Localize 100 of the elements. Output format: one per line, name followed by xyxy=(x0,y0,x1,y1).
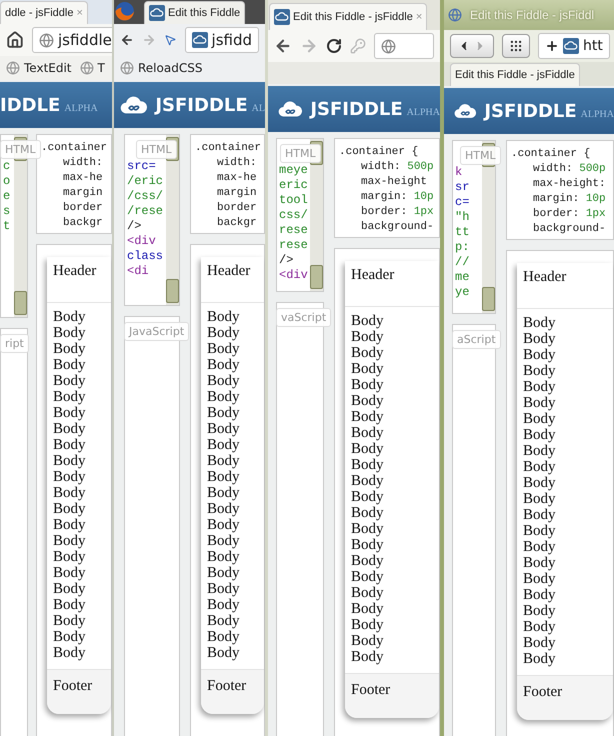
browser-tab[interactable]: ddle - jsFiddle × xyxy=(0,1,88,24)
code-line: backgr xyxy=(62,216,104,231)
logo-alpha-label: ALPHA xyxy=(580,108,614,120)
code-line: border xyxy=(216,201,258,216)
body-text: Body xyxy=(53,469,87,485)
body-text: Body xyxy=(523,363,557,379)
css-editor[interactable]: .container width: max-he margin border backgr xyxy=(36,134,112,234)
body-text: Body xyxy=(351,505,385,521)
panel-label: HTML xyxy=(0,140,41,159)
code-line: border xyxy=(62,201,104,216)
body-text: Body xyxy=(207,645,241,661)
body-text: Body xyxy=(207,629,241,645)
body-text: Body xyxy=(207,485,241,501)
body-text: Body xyxy=(53,373,87,389)
body-text: Body xyxy=(351,585,385,601)
code-line: rese xyxy=(279,238,309,253)
code-line: backgr xyxy=(216,216,258,231)
body-text: Body xyxy=(53,309,87,325)
browser-tab[interactable]: Edit this Fiddle - jsFiddle xyxy=(450,63,580,86)
body-text: Body xyxy=(207,501,241,517)
browser-tab[interactable]: Edit this Fiddle xyxy=(144,1,246,24)
code-line: margin: 10p xyxy=(360,190,435,205)
body-text: Body xyxy=(523,555,557,571)
body-text: Body xyxy=(53,501,87,517)
code-line: max-he xyxy=(216,171,258,186)
body-text: Body xyxy=(523,443,557,459)
body-text: Body xyxy=(351,489,385,505)
body-text: Body xyxy=(53,645,87,661)
body-text: Body xyxy=(523,459,557,475)
body-text: Body xyxy=(351,313,385,329)
body-text: Body xyxy=(523,331,557,347)
code-line: o xyxy=(3,174,12,189)
body-text: Body xyxy=(207,389,241,405)
code-line: border: 1px xyxy=(360,205,435,220)
code-line: t xyxy=(3,219,12,234)
body-text: Body xyxy=(351,537,385,553)
body-text: Body xyxy=(351,409,385,425)
card-footer-text: Footer xyxy=(351,682,390,698)
body-text: Body xyxy=(53,549,87,565)
body-text: Body xyxy=(207,309,241,325)
body-text: Body xyxy=(207,341,241,357)
code-line: p: xyxy=(455,240,470,255)
css-editor[interactable]: .container { width: 500p max-height: margin: 10p border: 1px background- xyxy=(506,140,614,240)
logo-alpha-label: ALPHA xyxy=(64,102,98,114)
tab-title: ddle - jsFiddle xyxy=(5,7,74,19)
body-text: Body xyxy=(523,587,557,603)
css-editor[interactable]: .container { width: 500p max-height margin: 10p border: 1px background- xyxy=(334,138,440,238)
body-text: Body xyxy=(523,315,557,331)
code-line: width: 500p xyxy=(360,160,435,175)
code-line: css/ xyxy=(279,208,309,223)
body-text: Body xyxy=(53,357,87,373)
body-text: Body xyxy=(523,475,557,491)
bookmark[interactable]: TextEdit xyxy=(6,61,72,75)
code-line: .container { xyxy=(511,147,592,162)
address-bar[interactable]: jsfiddle. xyxy=(32,27,112,53)
body-text: Body xyxy=(523,651,557,667)
body-text: Body xyxy=(351,393,385,409)
code-line: <div xyxy=(279,268,309,283)
code-line: /> xyxy=(279,253,294,268)
body-text: Body xyxy=(53,341,87,357)
panel-label: JavaScript xyxy=(124,322,190,341)
code-line: .container xyxy=(195,141,262,156)
body-text: Body xyxy=(351,425,385,441)
code-line: // xyxy=(455,255,470,270)
bookmark[interactable]: T xyxy=(80,61,105,75)
code-line: class xyxy=(127,249,164,264)
address-bar[interactable]: htt xyxy=(538,33,610,59)
body-text: Body xyxy=(53,437,87,453)
code-line: /> xyxy=(127,219,142,234)
body-text: Body xyxy=(53,421,87,437)
body-text: Body xyxy=(523,411,557,427)
logo-alpha-label: AL xyxy=(252,102,265,114)
browser-tab[interactable]: Edit this Fiddle - jsFiddle × xyxy=(269,3,428,30)
bookmark[interactable]: ReloadCSS xyxy=(120,61,202,75)
card-footer-text: Footer xyxy=(53,678,92,694)
body-text: Body xyxy=(207,453,241,469)
code-line: src= xyxy=(127,159,157,174)
body-text: Body xyxy=(351,473,385,489)
tab-title: Edit this Fiddle xyxy=(168,7,240,19)
card-header-text: Header xyxy=(207,263,250,279)
logo-text: JSFIDDLE xyxy=(310,98,403,120)
card-header-text: Header xyxy=(351,267,394,283)
code-line: s xyxy=(3,204,12,219)
body-text: Body xyxy=(207,549,241,565)
body-text: Body xyxy=(53,597,87,613)
css-editor[interactable]: .container width: max-he margin border backgr xyxy=(190,134,265,234)
body-text: Body xyxy=(207,373,241,389)
body-text: Body xyxy=(207,613,241,629)
body-text: Body xyxy=(207,325,241,341)
body-text: Body xyxy=(207,533,241,549)
code-line: me xyxy=(455,270,470,285)
panel-label: HTML xyxy=(136,140,177,159)
address-bar[interactable]: jsfidd xyxy=(184,27,260,53)
code-line: rese xyxy=(279,223,309,238)
body-text: Body xyxy=(523,507,557,523)
body-text: Body xyxy=(207,357,241,373)
code-line: width: xyxy=(216,156,258,171)
body-text: Body xyxy=(53,405,87,421)
body-text: Body xyxy=(523,635,557,651)
logo-alpha-label: ALPHA xyxy=(406,106,440,118)
